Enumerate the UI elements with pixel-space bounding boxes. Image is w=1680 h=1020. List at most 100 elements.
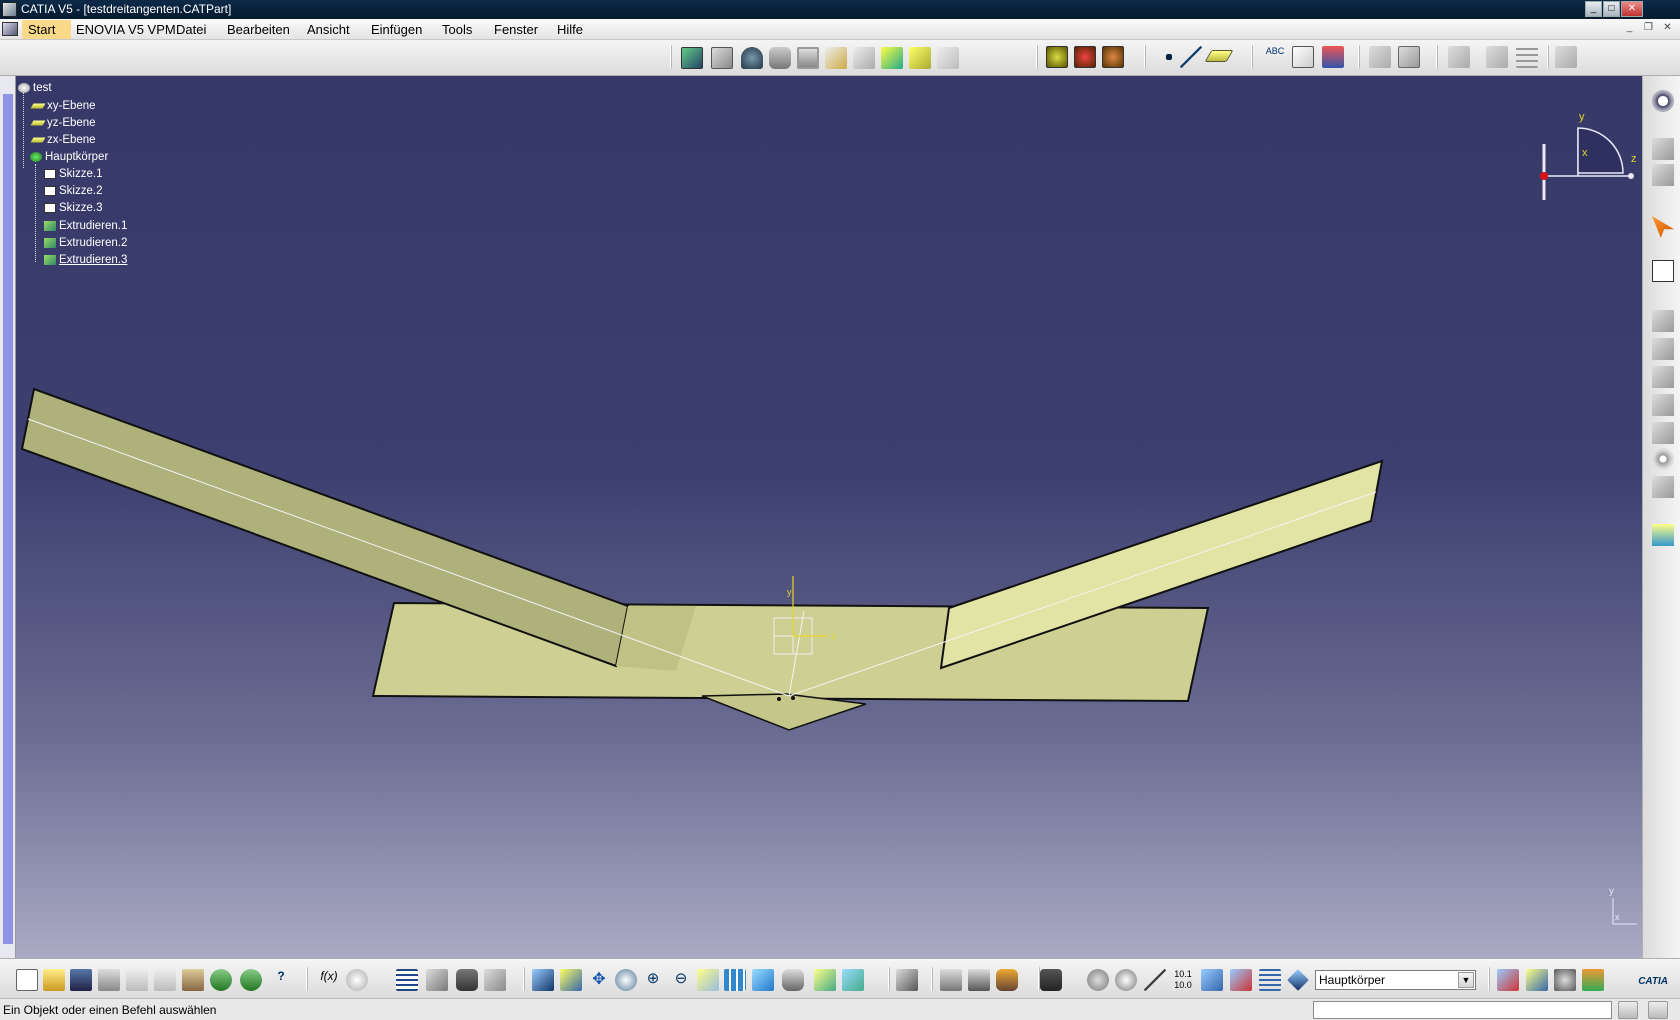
text-annotation-icon[interactable]: ABC — [1264, 46, 1286, 68]
hand-cursor-icon[interactable] — [1115, 969, 1137, 991]
menu-einfuegen[interactable]: Einfügen — [371, 22, 422, 37]
new-file-icon[interactable] — [16, 969, 38, 991]
menu-enovia[interactable]: ENOVIA V5 VPM — [76, 22, 176, 37]
tree-scroll-strip[interactable] — [0, 76, 16, 958]
ordered-set-icon[interactable] — [1554, 969, 1576, 991]
lock-icon[interactable] — [456, 969, 478, 991]
rib-icon[interactable] — [825, 47, 847, 69]
body-select[interactable]: Hauptkörper ▼ — [1315, 970, 1476, 990]
status-button-2[interactable] — [1648, 1001, 1668, 1019]
tree-item-yz-plane[interactable]: yz-Ebene — [30, 117, 96, 129]
rotate-icon[interactable] — [615, 969, 637, 991]
flag-note-icon[interactable] — [1292, 46, 1314, 68]
shading-icon[interactable] — [782, 969, 804, 991]
constraint-icon[interactable] — [1448, 46, 1470, 68]
shaft-icon[interactable] — [741, 47, 763, 69]
analysis-icon[interactable] — [1555, 46, 1577, 68]
pattern-icon[interactable] — [1516, 46, 1538, 68]
point-icon[interactable] — [1166, 54, 1172, 60]
menu-start[interactable]: Start — [22, 20, 72, 39]
update-all-icon[interactable] — [1102, 46, 1124, 68]
cut-icon[interactable] — [126, 969, 148, 991]
compass-widget[interactable]: y x z — [1540, 111, 1637, 200]
maximize-icon[interactable]: □ — [1603, 1, 1620, 17]
chamfer-icon[interactable] — [1652, 338, 1674, 360]
redo-icon[interactable] — [240, 969, 262, 991]
status-button-1[interactable] — [1618, 1001, 1638, 1019]
document-menu-icon[interactable] — [2, 22, 18, 36]
doc-minimize-icon[interactable]: _ — [1622, 22, 1637, 36]
removed-multisection-icon[interactable] — [909, 47, 931, 69]
3d-viewport[interactable]: y z y x z y x — [16, 76, 1642, 958]
apply-material-icon[interactable] — [1322, 46, 1344, 68]
thread-icon[interactable] — [1652, 448, 1674, 470]
tree-item-xy-plane[interactable]: xy-Ebene — [30, 100, 96, 112]
camera-icon[interactable] — [1040, 969, 1062, 991]
define-in-work-object-icon[interactable] — [1287, 969, 1309, 991]
multisection-solid-icon[interactable] — [881, 47, 903, 69]
whats-this-icon[interactable]: ? — [270, 969, 292, 991]
layer-list-icon[interactable] — [1259, 969, 1281, 991]
fit-all-icon[interactable] — [560, 969, 582, 991]
hide-show-icon[interactable] — [814, 969, 836, 991]
chevron-down-icon[interactable]: ▼ — [1458, 972, 1474, 988]
plane-tool-icon[interactable] — [1204, 50, 1234, 62]
groove-icon[interactable] — [769, 47, 791, 69]
doc-close-icon[interactable]: ✕ — [1660, 22, 1675, 36]
menu-fenster[interactable]: Fenster — [494, 22, 538, 37]
hole-icon[interactable] — [797, 47, 819, 69]
menu-datei[interactable]: Datei — [176, 22, 206, 37]
normal-view-icon[interactable] — [697, 969, 719, 991]
mass-properties-icon[interactable] — [996, 969, 1018, 991]
formula-icon[interactable]: f(x) — [318, 969, 340, 991]
draft-icon[interactable] — [1652, 366, 1674, 388]
tree-root[interactable]: test — [18, 82, 52, 94]
line-icon[interactable] — [1180, 46, 1202, 68]
update-stop-icon[interactable] — [1074, 46, 1096, 68]
apply-color-icon[interactable] — [1582, 969, 1604, 991]
tree-scroll-bar[interactable] — [3, 94, 13, 944]
part-geometry[interactable]: y z y x z y x — [16, 76, 1642, 958]
parameter-icon[interactable] — [484, 969, 506, 991]
menu-ansicht[interactable]: Ansicht — [307, 22, 350, 37]
positioned-sketch-icon[interactable] — [1652, 164, 1674, 186]
tree-item-skizze-1[interactable]: Skizze.1 — [44, 168, 102, 180]
tree-item-hauptkoerper[interactable]: Hauptkörper — [30, 151, 108, 163]
gear-icon[interactable] — [1652, 90, 1674, 112]
design-table-icon[interactable] — [396, 969, 418, 991]
open-folder-icon[interactable] — [43, 969, 65, 991]
tree-item-extrudieren-3[interactable]: Extrudieren.3 — [44, 254, 127, 266]
dimension-icon[interactable] — [1230, 969, 1252, 991]
print-icon[interactable] — [98, 969, 120, 991]
geometrical-set-icon[interactable] — [1526, 969, 1548, 991]
doc-restore-icon[interactable]: ❐ — [1641, 22, 1656, 36]
swap-space-icon[interactable] — [842, 969, 864, 991]
zoom-out-icon[interactable]: ⊖ — [670, 969, 692, 991]
minimize-icon[interactable]: _ — [1585, 1, 1602, 17]
measure-item-icon[interactable] — [1398, 46, 1420, 68]
slot-icon[interactable] — [853, 47, 875, 69]
undo-icon[interactable] — [210, 969, 232, 991]
part-body-icon[interactable] — [1497, 969, 1519, 991]
menu-bearbeiten[interactable]: Bearbeiten — [227, 22, 290, 37]
work-object-icon[interactable] — [1201, 969, 1223, 991]
catalog-browser-icon[interactable] — [896, 969, 918, 991]
iso-view-icon[interactable] — [752, 969, 774, 991]
measure-between-icon[interactable] — [1369, 46, 1391, 68]
remove-face-icon[interactable] — [1652, 476, 1674, 498]
pan-icon[interactable]: ✥ — [588, 969, 610, 991]
tree-item-zx-plane[interactable]: zx-Ebene — [30, 134, 96, 146]
command-input[interactable] — [1313, 1001, 1612, 1019]
fly-mode-icon[interactable] — [532, 969, 554, 991]
menu-hilfe[interactable]: Hilfe — [557, 22, 583, 37]
shell-icon[interactable] — [1652, 394, 1674, 416]
multi-view-icon[interactable] — [724, 969, 746, 991]
fillet-icon[interactable] — [1652, 310, 1674, 332]
sketch-tools-icon[interactable] — [1652, 138, 1674, 160]
tree-item-extrudieren-1[interactable]: Extrudieren.1 — [44, 220, 127, 232]
pocket-icon[interactable] — [711, 47, 733, 69]
surface-based-icon[interactable] — [1652, 524, 1674, 546]
copy-icon[interactable] — [154, 969, 176, 991]
measure-inertia-icon[interactable] — [940, 969, 962, 991]
law-icon[interactable] — [426, 969, 448, 991]
